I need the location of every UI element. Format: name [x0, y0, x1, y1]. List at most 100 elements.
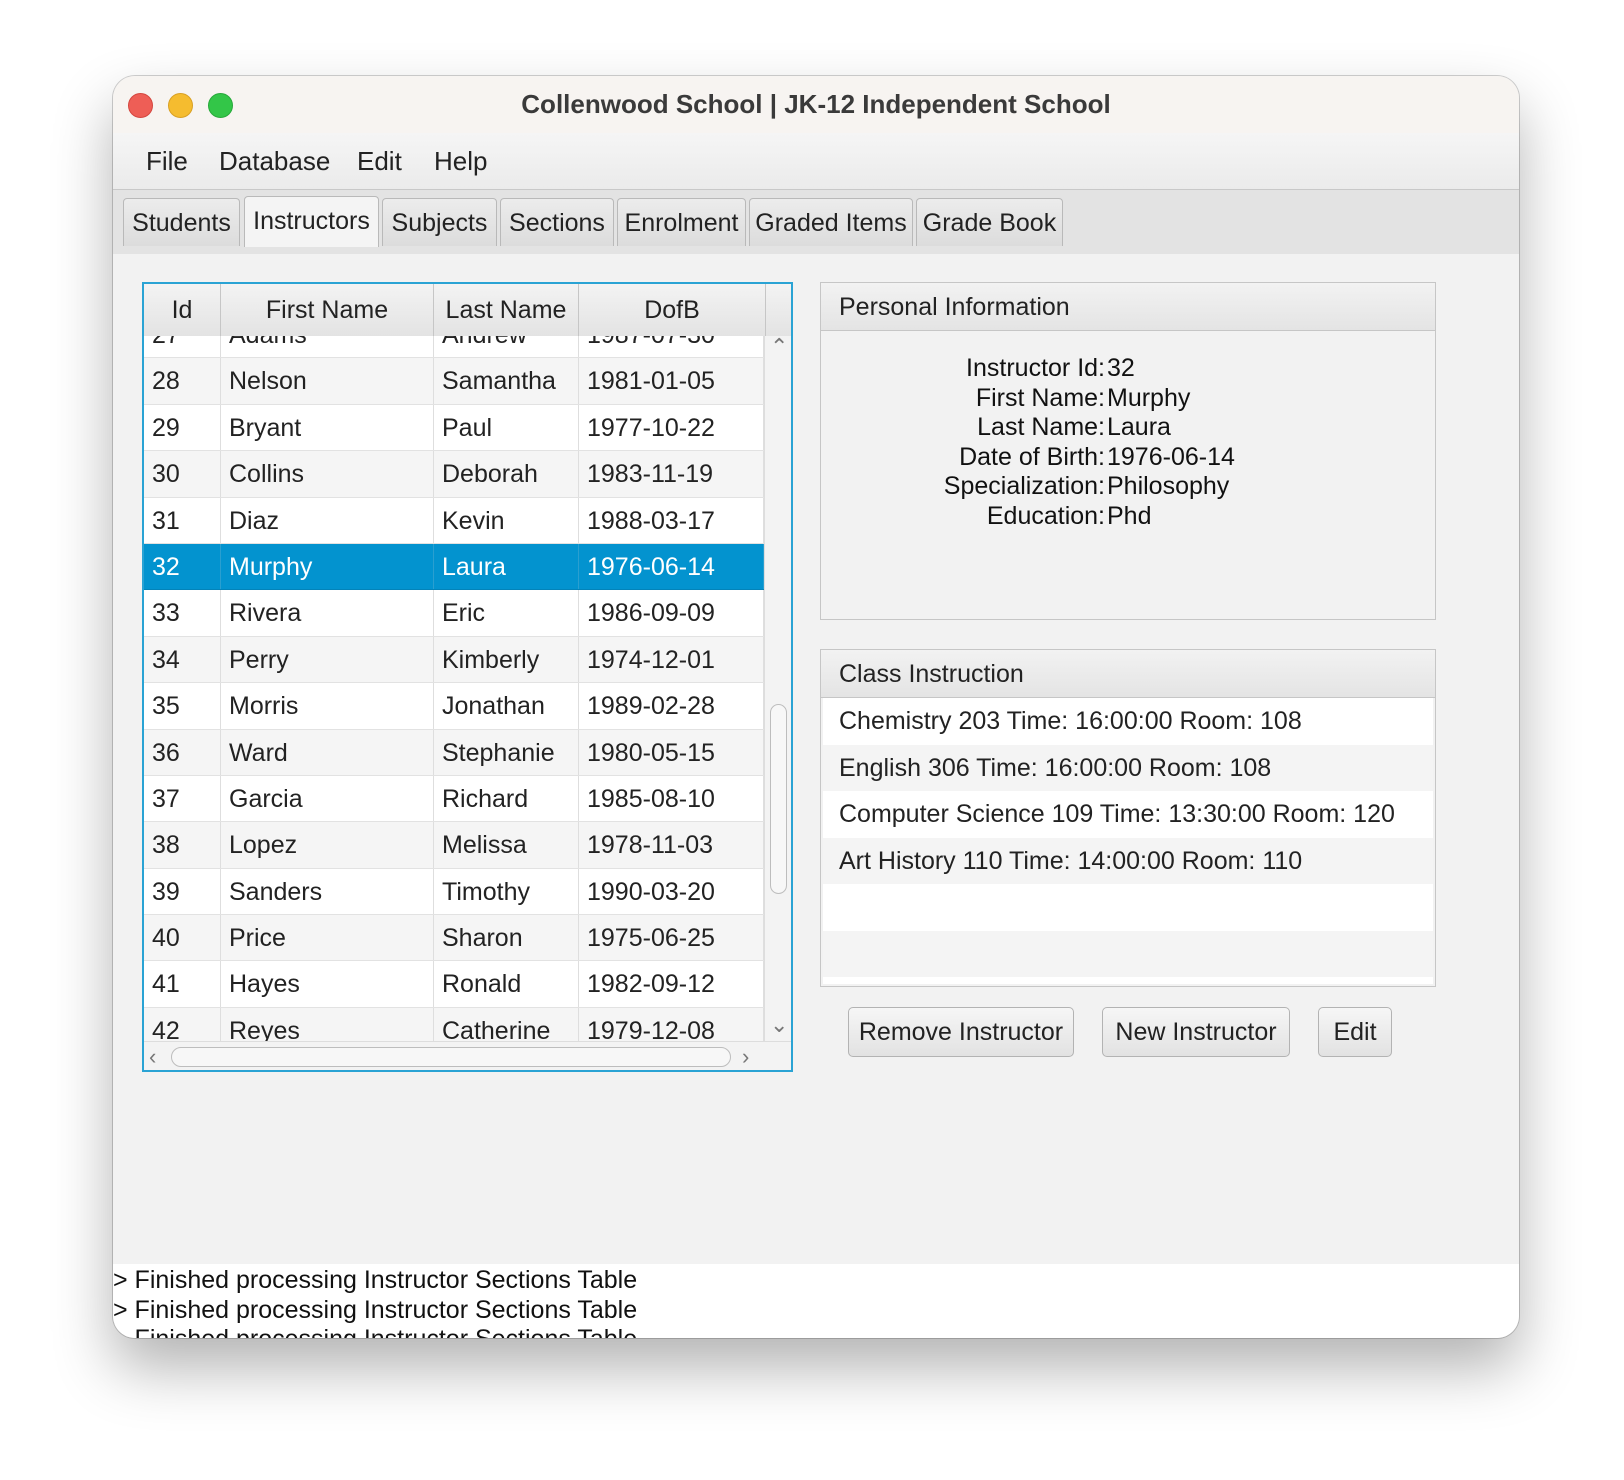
- cell-id: 28: [144, 358, 221, 404]
- edit-button[interactable]: Edit: [1318, 1007, 1392, 1057]
- new-instructor-button[interactable]: New Instructor: [1102, 1007, 1290, 1057]
- menu-help[interactable]: Help: [434, 133, 487, 189]
- info-label: First Name:: [975, 383, 1105, 412]
- table-row[interactable]: 27AdamsAndrew1987-07-30: [144, 336, 764, 359]
- cell-dofb: 1977-10-22: [579, 404, 764, 451]
- table-row[interactable]: 33 Rivera Eric 1986-09-09: [144, 590, 764, 637]
- tab-students[interactable]: Students: [123, 198, 240, 246]
- cell-first-name: Reyes: [221, 1007, 434, 1041]
- table-rows: 27AdamsAndrew1987-07-3028NelsonSamantha1…: [144, 336, 764, 1041]
- cell-first-name: Morris: [221, 683, 434, 729]
- info-value: Phd: [1107, 502, 1152, 530]
- cell-last-name: Melissa: [434, 822, 579, 868]
- cell-first-name: Ward: [221, 729, 434, 775]
- cell-id: 41: [144, 961, 221, 1007]
- cell-dofb: 1983-11-19: [579, 451, 764, 497]
- cell-id: 39: [144, 868, 221, 915]
- console-line: > Finished processing Instructor Section…: [113, 1324, 637, 1338]
- table-row[interactable]: 38 Lopez Melissa 1978-11-03: [144, 822, 764, 869]
- info-value: Laura: [1107, 413, 1171, 442]
- horizontal-scroll-thumb[interactable]: [171, 1047, 731, 1067]
- tab-instructors[interactable]: Instructors: [244, 196, 379, 247]
- table-row[interactable]: 42 Reyes Catherine 1979-12-08: [144, 1007, 764, 1041]
- column-header-last-name[interactable]: Last Name: [434, 284, 579, 336]
- cell-first-name: Murphy: [221, 543, 434, 590]
- console-line: > Finished processing Instructor Section…: [113, 1266, 638, 1294]
- class-list-item[interactable]: English 306 Time: 16:00:00 Room: 108: [823, 744, 1433, 791]
- class-list-item[interactable]: Computer Science 109 Time: 13:30:00 Room…: [823, 791, 1433, 838]
- table-body: 27AdamsAndrew1987-07-3028NelsonSamantha1…: [144, 336, 764, 1041]
- cell-id: 35: [144, 683, 221, 729]
- instructors-table[interactable]: Id First Name Last Name DofB 27AdamsAndr…: [142, 282, 793, 1072]
- vertical-scrollbar[interactable]: ⌃ ⌄: [764, 334, 791, 1041]
- column-header-dofb[interactable]: DofB: [579, 284, 766, 336]
- cell-dofb: 1988-03-17: [579, 497, 764, 543]
- info-row: Specialization: Philosophy: [821, 471, 1435, 501]
- cell-id: 42: [144, 1007, 221, 1041]
- class-list-item[interactable]: Art History 110 Time: 14:00:00 Room: 110: [823, 837, 1433, 884]
- cell-dofb: 1979-12-08: [579, 1007, 764, 1041]
- tab-sections[interactable]: Sections: [500, 198, 614, 246]
- tab-subjects[interactable]: Subjects: [382, 198, 497, 246]
- remove-instructor-button[interactable]: Remove Instructor: [848, 1007, 1074, 1057]
- cell-last-name: Deborah: [434, 451, 579, 497]
- cell-last-name: Stephanie: [434, 729, 579, 775]
- table-row[interactable]: 39 Sanders Timothy 1990-03-20: [144, 868, 764, 916]
- cell-first-name: Bryant: [221, 404, 434, 451]
- cell-dofb: 1985-08-10: [579, 775, 764, 822]
- table-row[interactable]: 41 Hayes Ronald 1982-09-12: [144, 961, 764, 1008]
- table-row[interactable]: 36 Ward Stephanie 1980-05-15: [144, 729, 764, 776]
- cell-id: 34: [144, 636, 221, 683]
- tab-graded-items[interactable]: Graded Items: [749, 198, 913, 246]
- cell-first-name: Adams: [221, 336, 434, 358]
- scroll-down-icon[interactable]: ⌄: [770, 1012, 788, 1038]
- cell-last-name: Paul: [434, 404, 579, 451]
- tab-enrolment[interactable]: Enrolment: [617, 198, 746, 246]
- cell-dofb: 1986-09-09: [579, 590, 764, 636]
- column-header-first-name[interactable]: First Name: [221, 284, 434, 336]
- table-row[interactable]: 28 Nelson Samantha 1981-01-05: [144, 358, 764, 405]
- vertical-scroll-thumb[interactable]: [770, 704, 787, 894]
- class-list-item[interactable]: [823, 930, 1433, 977]
- table-row[interactable]: 37 Garcia Richard 1985-08-10: [144, 775, 764, 823]
- cell-first-name: Diaz: [221, 497, 434, 543]
- table-row[interactable]: 34 Perry Kimberly 1974-12-01: [144, 636, 764, 684]
- menu-bar: File Database Edit Help: [113, 133, 1519, 190]
- menu-file[interactable]: File: [146, 133, 188, 189]
- cell-first-name: Hayes: [221, 961, 434, 1007]
- console-line: > Finished processing Instructor Section…: [113, 1295, 638, 1324]
- scroll-right-icon[interactable]: ›: [742, 1044, 749, 1070]
- info-value: 32: [1107, 354, 1135, 382]
- table-row[interactable]: 40 Price Sharon 1975-06-25: [144, 915, 764, 962]
- class-instruction-list[interactable]: Chemistry 203 Time: 16:00:00 Room: 108 En…: [823, 698, 1433, 984]
- cell-first-name: Garcia: [221, 775, 434, 822]
- info-row: Education: Phd: [821, 501, 1435, 531]
- scroll-up-icon[interactable]: ⌃: [770, 334, 788, 360]
- column-header-id[interactable]: Id: [144, 284, 221, 336]
- horizontal-scrollbar[interactable]: ‹ ›: [144, 1041, 791, 1070]
- cell-id: 40: [144, 915, 221, 961]
- info-label: Date of Birth:: [959, 442, 1105, 471]
- cell-last-name: Kevin: [434, 497, 579, 543]
- table-row[interactable]: 35 Morris Jonathan 1989-02-28: [144, 683, 764, 730]
- cell-first-name: Sanders: [221, 868, 434, 915]
- cell-dofb: 1987-07-30: [579, 336, 764, 358]
- table-row[interactable]: 32 Murphy Laura 1976-06-14: [144, 543, 764, 591]
- scroll-left-icon[interactable]: ‹: [149, 1044, 156, 1070]
- cell-last-name: Sharon: [434, 915, 579, 961]
- instructors-tab-content: Id First Name Last Name DofB 27AdamsAndr…: [113, 254, 1519, 1338]
- class-list-item[interactable]: Chemistry 203 Time: 16:00:00 Room: 108: [823, 698, 1433, 745]
- cell-last-name: Jonathan: [434, 683, 579, 729]
- class-list-item[interactable]: [823, 884, 1433, 931]
- table-row[interactable]: 29 Bryant Paul 1977-10-22: [144, 404, 764, 452]
- tab-grade-book[interactable]: Grade Book: [916, 198, 1063, 246]
- cell-dofb: 1982-09-12: [579, 961, 764, 1007]
- info-row: First Name: Murphy: [821, 383, 1435, 413]
- menu-database[interactable]: Database: [219, 133, 330, 189]
- table-row[interactable]: 31 Diaz Kevin 1988-03-17: [144, 497, 764, 544]
- cell-id: 38: [144, 822, 221, 868]
- menu-edit[interactable]: Edit: [357, 133, 402, 189]
- console-log: > Finished processing Instructor Section…: [113, 1264, 1519, 1338]
- table-row[interactable]: 30 Collins Deborah 1983-11-19: [144, 451, 764, 498]
- cell-first-name: Perry: [221, 636, 434, 683]
